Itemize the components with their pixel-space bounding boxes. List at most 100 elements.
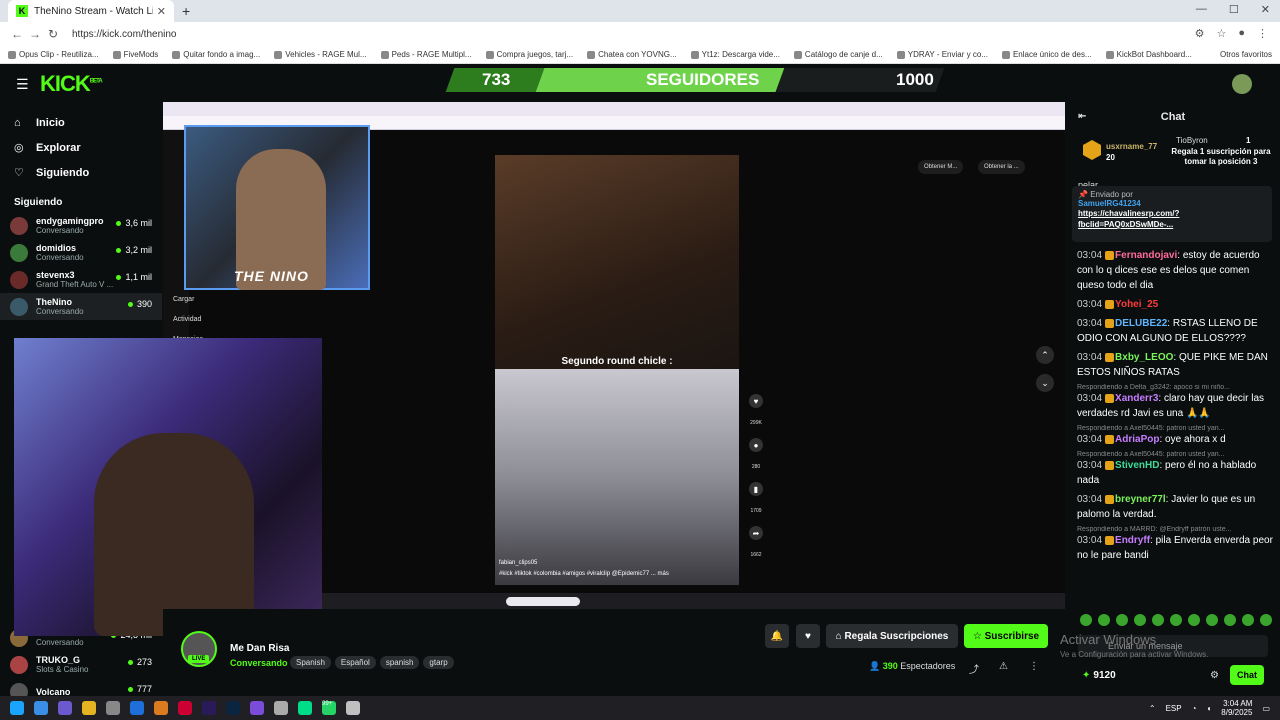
profile-icon[interactable]: ● (1238, 27, 1245, 40)
user-avatar[interactable] (1232, 74, 1252, 94)
channel-points[interactable]: 9120 (1082, 670, 1115, 681)
notifications-bell-button[interactable]: 🔔 (765, 624, 789, 648)
reply-context[interactable]: Respondiendo a MARRD: @Endryff patrón us… (1077, 526, 1273, 533)
emote-icon[interactable] (1080, 614, 1092, 626)
more-options-icon[interactable]: ⋮ (1029, 661, 1039, 672)
followed-channel[interactable]: stevenx3 Grand Theft Auto V ... 1,1 mil (0, 266, 162, 293)
app-icon[interactable] (178, 701, 192, 715)
bookmark-item[interactable]: Catálogo de canje d... (793, 50, 883, 59)
followed-channel[interactable]: TheNino Conversando 390 (0, 293, 162, 320)
message-username[interactable]: breyner77l (1115, 494, 1166, 505)
message-username[interactable]: AdriaPop (1115, 434, 1159, 445)
reply-context[interactable]: Respondiendo a Axel50445: patron usted y… (1077, 451, 1273, 458)
message-username[interactable]: Xanderr3 (1115, 393, 1158, 404)
followed-channel[interactable]: endygamingpro Conversando 3,6 mil (0, 212, 162, 239)
subscribe-button[interactable]: ☆ Suscribirse (964, 624, 1048, 648)
menu-dots-icon[interactable]: ⋮ (1257, 27, 1268, 40)
start-icon[interactable] (10, 701, 24, 715)
outlook-icon[interactable] (130, 701, 144, 715)
maximize-icon[interactable]: ☐ (1229, 3, 1239, 16)
stream-tag[interactable]: gtarp (423, 656, 454, 669)
comment-icon[interactable]: ● (749, 438, 763, 452)
app-icon[interactable] (346, 701, 360, 715)
pinned-link[interactable]: https://chavalinesrp.com/?fbclid=PAQ0xDS… (1078, 208, 1266, 230)
app-icon[interactable] (298, 701, 312, 715)
emote-icon[interactable] (1188, 614, 1200, 626)
pinned-user[interactable]: SamuelRG41234 (1078, 199, 1266, 208)
send-chat-button[interactable]: Chat (1230, 665, 1264, 685)
close-window-icon[interactable]: ✕ (1261, 3, 1270, 16)
close-tab-icon[interactable]: ✕ (157, 5, 166, 18)
emote-icon[interactable] (1224, 614, 1236, 626)
emote-icon[interactable] (1116, 614, 1128, 626)
emote-icon[interactable] (1098, 614, 1110, 626)
bookmark-item[interactable]: FiveMods (112, 50, 158, 59)
bookmark-item[interactable]: Enlace único de des... (1001, 50, 1092, 59)
bookmark-icon[interactable]: ▮ (749, 482, 763, 496)
nav-item-explorar[interactable]: ◎ Explorar (0, 135, 162, 160)
calculator-icon[interactable] (274, 701, 288, 715)
stream-tag[interactable]: Spanish (290, 656, 331, 669)
bookmark-item[interactable]: Vehicles - RAGE Mul... (274, 50, 367, 59)
report-icon[interactable]: ⚠ (999, 661, 1008, 672)
bookmark-item[interactable]: KickBot Dashboard... (1105, 50, 1192, 59)
obs-icon[interactable] (250, 701, 264, 715)
stream-tag[interactable]: spanish (379, 656, 420, 669)
emote-icon[interactable] (1260, 614, 1272, 626)
follow-heart-button[interactable]: ♥ (796, 624, 820, 648)
emote-icon[interactable] (1206, 614, 1218, 626)
chat-settings-icon[interactable]: ⚙ (1210, 670, 1219, 681)
premiere-icon[interactable] (202, 701, 216, 715)
other-bookmarks[interactable]: Otros favoritos (1220, 50, 1272, 59)
share-icon[interactable]: ➦ (749, 526, 763, 540)
browser-tab[interactable]: K TheNino Stream - Watch Live ✕ (8, 0, 174, 22)
clock[interactable]: 3:04 AM 8/9/2025 (1221, 699, 1252, 717)
emote-icon[interactable] (1170, 614, 1182, 626)
nav-item-inicio[interactable]: ⌂ Inicio (0, 110, 162, 135)
message-username[interactable]: Yohei_25 (1115, 299, 1158, 310)
tray-chevron-icon[interactable]: ⌃ (1149, 704, 1156, 713)
volume-icon[interactable]: ◖ (1206, 704, 1211, 713)
url-input[interactable]: https://kick.com/thenino (72, 29, 177, 40)
followed-channel[interactable]: TRUKO_G Slots & Casino 273 (0, 651, 162, 678)
message-username[interactable]: Bxby_LEOO (1115, 352, 1173, 363)
nav-item-siguiendo[interactable]: ♡ Siguiendo (0, 160, 162, 185)
stream-tag[interactable]: Español (334, 656, 376, 669)
wifi-icon[interactable]: ◔ (1192, 704, 1197, 713)
back-icon[interactable]: ← (8, 27, 26, 41)
extensions-icon[interactable]: ⚙ (1195, 27, 1205, 40)
edge-icon[interactable] (34, 701, 48, 715)
collapse-chat-icon[interactable]: ⇤ (1078, 111, 1086, 122)
bookmark-item[interactable]: Chatea con YOVNG... (587, 50, 677, 59)
store-icon[interactable] (106, 701, 120, 715)
message-username[interactable]: DELUBE22 (1115, 318, 1167, 329)
hamburger-menu-icon[interactable]: ☰ (16, 76, 29, 93)
gift-subs-button[interactable]: ⌂ Regala Suscripciones (826, 624, 958, 648)
file-explorer-icon[interactable] (82, 701, 96, 715)
reload-icon[interactable]: ↻ (44, 27, 62, 41)
emote-icon[interactable] (1134, 614, 1146, 626)
photoshop-icon[interactable] (226, 701, 240, 715)
kick-logo[interactable]: KICKBETA (40, 71, 103, 97)
emote-icon[interactable] (1152, 614, 1164, 626)
bookmark-item[interactable]: YDRAY - Enviar y co... (896, 50, 988, 59)
forward-icon[interactable]: → (26, 27, 44, 41)
bookmark-item[interactable]: Yt1z: Descarga vide... (690, 50, 780, 59)
app-icon[interactable] (154, 701, 168, 715)
lang-indicator[interactable]: ESP (1166, 704, 1182, 713)
whatsapp-icon[interactable]: 99+ (322, 701, 336, 715)
bookmark-item[interactable]: Quitar fondo a imag... (172, 50, 260, 59)
bookmark-item[interactable]: Peds - RAGE Multipl... (380, 50, 472, 59)
message-username[interactable]: StivenHD (1115, 460, 1159, 471)
copilot-icon[interactable] (58, 701, 72, 715)
new-tab-icon[interactable]: + (182, 3, 190, 19)
reply-context[interactable]: Respondiendo a Axel50445: patron usted y… (1077, 425, 1273, 432)
minimize-icon[interactable]: — (1196, 3, 1207, 16)
notifications-icon[interactable]: ▭ (1262, 704, 1270, 713)
bookmark-star-icon[interactable]: ☆ (1216, 27, 1226, 40)
followed-channel[interactable]: domidios Conversando 3,2 mil (0, 239, 162, 266)
message-username[interactable]: Fernandojavi (1115, 250, 1177, 261)
share-stream-icon[interactable]: ⤴ (969, 661, 979, 676)
bookmark-item[interactable]: Compra juegos, tarj... (485, 50, 573, 59)
emote-icon[interactable] (1242, 614, 1254, 626)
